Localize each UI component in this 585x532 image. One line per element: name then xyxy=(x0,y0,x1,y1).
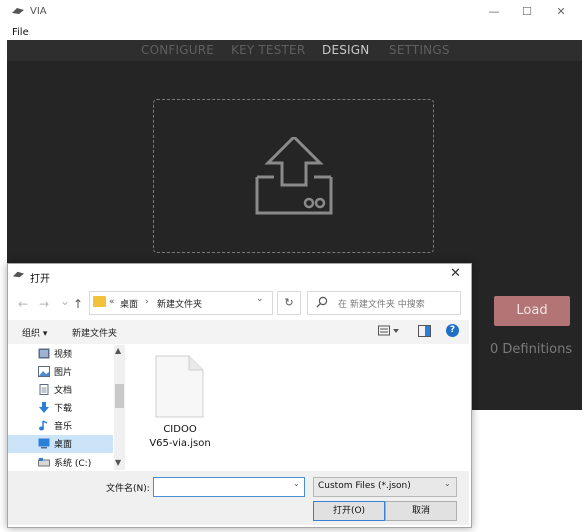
open-button[interactable]: 打开(O) xyxy=(313,501,385,521)
dialog-close-icon[interactable]: ✕ xyxy=(450,266,461,281)
maximize-button[interactable]: ☐ xyxy=(516,3,538,21)
scroll-down-icon[interactable]: ▼ xyxy=(115,458,121,467)
upload-icon xyxy=(255,137,333,215)
up-arrow-icon[interactable]: ↑ xyxy=(73,297,83,311)
address-chevron-icon[interactable]: ⌄ xyxy=(256,294,264,304)
picture-icon xyxy=(38,366,50,377)
breadcrumb-new-folder[interactable]: 新建文件夹 xyxy=(157,297,202,310)
filename-label: 文件名(N): xyxy=(106,484,150,494)
download-icon xyxy=(39,402,49,413)
via-logo-icon xyxy=(12,8,24,14)
new-folder-button[interactable]: 新建文件夹 xyxy=(72,326,117,339)
forward-arrow-icon[interactable]: → xyxy=(39,297,49,311)
sidebar-label-downloads: 下载 xyxy=(54,404,73,414)
document-icon xyxy=(39,384,49,395)
search-icon xyxy=(316,296,328,308)
help-icon[interactable]: ? xyxy=(446,324,459,337)
menu-bar xyxy=(0,24,585,40)
sidebar-label-videos: 视频 xyxy=(54,350,73,360)
cancel-button[interactable]: 取消 xyxy=(385,501,457,521)
organize-button[interactable]: 组织 ▾ xyxy=(22,326,47,339)
breadcrumb-separator: › xyxy=(145,297,149,307)
tab-configure[interactable]: CONFIGURE xyxy=(141,43,214,57)
tab-key-tester[interactable]: KEY TESTER xyxy=(231,43,305,57)
dialog-titlebar xyxy=(7,264,470,288)
video-icon xyxy=(38,348,50,359)
file-type-chevron-icon: ⌄ xyxy=(444,479,451,488)
definitions-count: 0 Definitions xyxy=(490,342,573,357)
dialog-app-icon xyxy=(12,271,25,278)
back-arrow-icon[interactable]: ← xyxy=(18,297,28,311)
breadcrumb-overflow[interactable]: « xyxy=(109,297,115,307)
minimize-button[interactable]: — xyxy=(483,3,505,21)
scroll-up-icon[interactable]: ▲ xyxy=(115,346,121,355)
scrollbar-thumb[interactable] xyxy=(115,384,124,408)
preview-pane-icon[interactable] xyxy=(418,325,431,337)
search-placeholder: 在 新建文件夹 中搜索 xyxy=(338,300,425,310)
filename-input[interactable] xyxy=(153,477,305,497)
dialog-title: 打开 xyxy=(30,274,50,285)
tab-design[interactable]: DESIGN xyxy=(322,43,369,57)
file-icon[interactable] xyxy=(155,355,204,418)
window-title: VIA xyxy=(30,6,47,17)
sidebar-label-desktop: 桌面 xyxy=(54,440,73,450)
file-type-value: Custom Files (*.json) xyxy=(318,481,411,491)
filename-dropdown-chevron-icon[interactable]: ⌄ xyxy=(293,479,300,488)
sidebar-label-pictures: 图片 xyxy=(54,368,73,378)
view-options-icon[interactable] xyxy=(377,325,401,337)
load-button[interactable]: Load xyxy=(494,296,570,326)
refresh-icon[interactable]: ↻ xyxy=(277,291,301,315)
sidebar-label-documents: 文档 xyxy=(54,386,73,396)
drive-icon xyxy=(38,458,50,467)
menu-file[interactable]: File xyxy=(12,27,29,38)
desktop-icon xyxy=(38,438,50,449)
breadcrumb-desktop[interactable]: 桌面 xyxy=(120,297,138,310)
tab-settings[interactable]: SETTINGS xyxy=(389,43,450,57)
sidebar-label-system-drive: 系统 (C:) xyxy=(54,459,92,469)
file-name-line2: V65-via.json xyxy=(149,438,211,449)
folder-icon xyxy=(93,296,106,307)
sidebar-label-music: 音乐 xyxy=(54,422,73,432)
music-icon xyxy=(39,420,48,431)
file-name-line1: CIDOO xyxy=(163,424,197,435)
file-item-name[interactable]: CIDOO V65-via.json xyxy=(135,423,225,451)
recent-chevron-icon[interactable]: ⌄ xyxy=(60,294,70,308)
close-window-button[interactable]: ✕ xyxy=(550,3,572,21)
